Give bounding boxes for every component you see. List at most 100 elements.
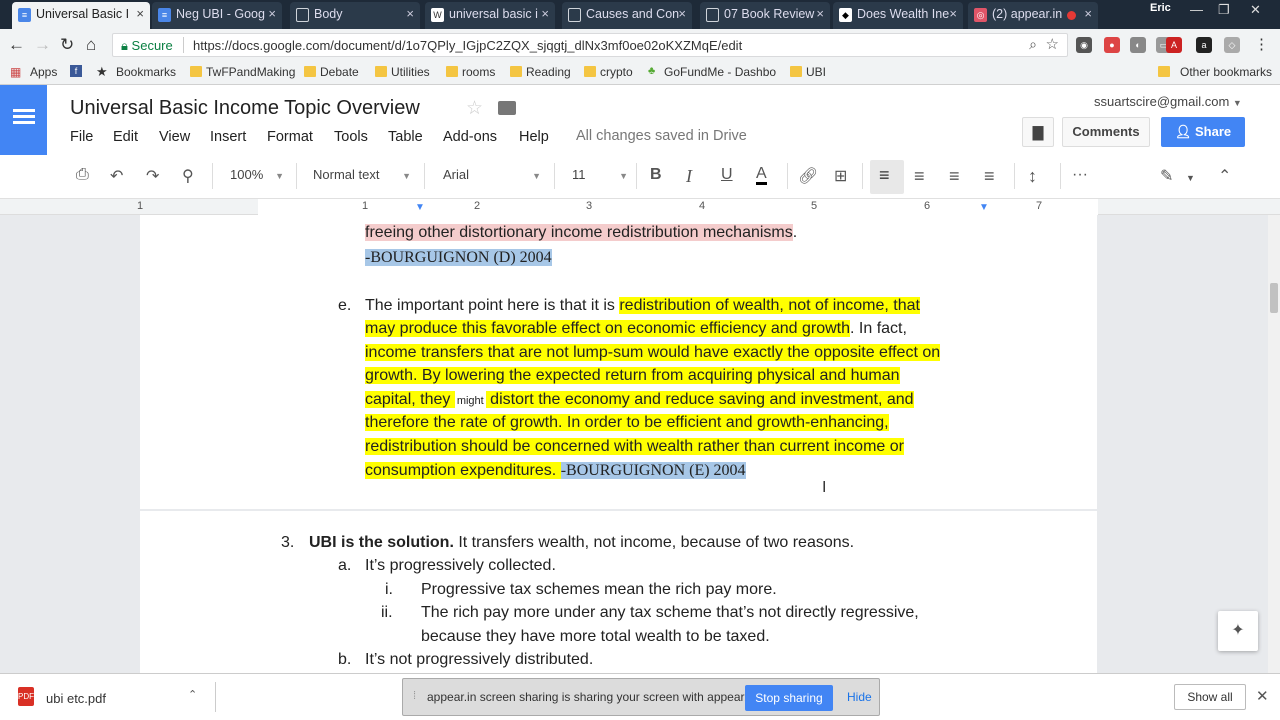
- secure-label[interactable]: 🔒︎ Secure: [121, 38, 173, 54]
- close-icon[interactable]: ×: [136, 6, 144, 21]
- indent-marker-icon[interactable]: ▼: [415, 202, 425, 213]
- close-window-icon[interactable]: ✕: [1250, 2, 1261, 18]
- close-icon[interactable]: ×: [1084, 6, 1092, 21]
- print-icon[interactable]: ⎙: [76, 166, 89, 184]
- bookmark-folder[interactable]: Reading: [510, 65, 571, 79]
- close-icon[interactable]: ×: [268, 6, 276, 21]
- other-bookmarks[interactable]: Other bookmarks: [1158, 65, 1272, 79]
- tab-book-review[interactable]: 07 Book Review ×: [700, 2, 830, 29]
- minimize-icon[interactable]: —: [1190, 2, 1203, 17]
- hide-button[interactable]: Hide: [847, 690, 872, 704]
- tab-universal-basic[interactable]: ≡ Universal Basic I ×: [12, 2, 150, 29]
- close-icon[interactable]: ×: [541, 6, 549, 21]
- omnibox[interactable]: 🔒︎ Secure https://docs.google.com/docume…: [112, 33, 1068, 57]
- bookmark-bookmarks[interactable]: ★ Bookmarks: [96, 64, 176, 79]
- justify-icon[interactable]: ≡: [984, 166, 995, 187]
- extension-icon[interactable]: ◇: [1224, 37, 1240, 53]
- italic-button[interactable]: I: [686, 166, 692, 187]
- paint-format-icon[interactable]: ⚲: [182, 166, 194, 186]
- restore-icon[interactable]: ❐: [1218, 2, 1230, 18]
- menu-table[interactable]: Table: [388, 129, 423, 145]
- folder-icon[interactable]: [498, 101, 516, 115]
- share-button[interactable]: 👤︎ Share: [1161, 117, 1245, 147]
- apps-bookmark[interactable]: ▦ Apps: [10, 65, 57, 79]
- collapse-toolbar-icon[interactable]: ⌃: [1218, 166, 1231, 186]
- star-icon[interactable]: ☆: [1046, 35, 1059, 53]
- stop-sharing-button[interactable]: Stop sharing: [745, 685, 833, 711]
- document-title[interactable]: Universal Basic Income Topic Overview: [70, 97, 420, 120]
- star-icon[interactable]: ☆: [466, 97, 483, 120]
- tab-wealth-inequality[interactable]: ◆ Does Wealth Ine ×: [833, 2, 963, 29]
- bookmark-folder[interactable]: rooms: [446, 65, 495, 79]
- zoom-icon[interactable]: ⌕: [1029, 36, 1037, 53]
- pdf-extension-icon[interactable]: A: [1166, 37, 1182, 53]
- show-all-button[interactable]: Show all: [1174, 684, 1246, 710]
- bookmark-folder[interactable]: Utilities: [375, 65, 430, 79]
- line-spacing-icon[interactable]: ↕: [1028, 166, 1037, 187]
- editing-mode-pencil-icon[interactable]: ✎: [1160, 166, 1173, 186]
- menu-format[interactable]: Format: [267, 129, 313, 145]
- url-text[interactable]: https://docs.google.com/document/d/1o7QP…: [193, 38, 742, 53]
- menu-edit[interactable]: Edit: [113, 129, 138, 145]
- download-filename[interactable]: ubi etc.pdf: [46, 691, 106, 706]
- chevron-up-icon[interactable]: ⌃: [188, 688, 197, 701]
- extension-icon[interactable]: ◉: [1076, 37, 1092, 53]
- bookmark-folder[interactable]: Debate: [304, 65, 359, 79]
- explore-button[interactable]: ✦: [1218, 611, 1258, 651]
- bookmark-gofundme[interactable]: ♣ GoFundMe - Dashbo: [648, 65, 776, 79]
- align-right-icon[interactable]: ≡: [949, 166, 960, 187]
- close-icon[interactable]: ×: [949, 6, 957, 21]
- menu-help[interactable]: Help: [519, 129, 549, 145]
- font-size-select[interactable]: 11 ▼: [572, 167, 628, 182]
- menu-insert[interactable]: Insert: [210, 129, 246, 145]
- tab-neg-ubi[interactable]: ≡ Neg UBI - Goog ×: [152, 2, 282, 29]
- tab-universal-basic-wiki[interactable]: W universal basic i ×: [425, 2, 555, 29]
- comment-history-button[interactable]: ▇: [1022, 117, 1054, 147]
- underline-button[interactable]: U: [721, 166, 733, 184]
- font-select[interactable]: Arial ▼: [443, 167, 541, 182]
- close-icon[interactable]: ×: [678, 6, 686, 21]
- scrollbar[interactable]: [1268, 215, 1280, 673]
- forward-icon[interactable]: →: [34, 35, 51, 55]
- account-email[interactable]: ssuartscire@gmail.com ▼: [1094, 94, 1242, 109]
- bookmark-folder[interactable]: TwFPandMaking: [190, 65, 295, 79]
- bookmark-folder[interactable]: crypto: [584, 65, 633, 79]
- style-select[interactable]: Normal text ▼: [313, 167, 411, 182]
- home-icon[interactable]: ⌂: [86, 35, 96, 55]
- menu-addons[interactable]: Add-ons: [443, 129, 497, 145]
- undo-icon[interactable]: ↶: [110, 166, 123, 186]
- align-center-icon[interactable]: ≡: [914, 166, 925, 187]
- back-icon[interactable]: ←: [8, 35, 25, 55]
- chevron-down-icon[interactable]: ▼: [1186, 173, 1195, 183]
- bold-button[interactable]: B: [650, 166, 662, 184]
- reload-icon[interactable]: ↻: [60, 35, 74, 55]
- close-icon[interactable]: ✕: [1256, 687, 1269, 705]
- drag-handle-icon[interactable]: ⁞: [413, 690, 416, 702]
- extension-icon[interactable]: ◐: [1130, 37, 1146, 53]
- link-icon[interactable]: 🔗︎: [798, 166, 818, 186]
- redo-icon[interactable]: ↷: [146, 166, 159, 186]
- right-indent-marker-icon[interactable]: ▼: [979, 202, 989, 213]
- align-left-button[interactable]: ≡: [870, 160, 904, 194]
- close-icon[interactable]: ×: [406, 6, 414, 21]
- amazon-icon[interactable]: a: [1196, 37, 1212, 53]
- document-canvas[interactable]: freeing other distortionary income redis…: [0, 215, 1268, 673]
- menu-view[interactable]: View: [159, 129, 190, 145]
- zoom-select[interactable]: 100% ▼: [230, 167, 284, 182]
- docs-home-icon[interactable]: [0, 85, 47, 155]
- text-color-button[interactable]: A: [756, 166, 767, 185]
- add-comment-icon[interactable]: ⊞: [834, 166, 847, 186]
- more-icon[interactable]: ···: [1072, 166, 1088, 184]
- comments-button[interactable]: Comments: [1062, 117, 1150, 147]
- extension-icon[interactable]: ●: [1104, 37, 1120, 53]
- profile-name[interactable]: Eric: [1150, 2, 1171, 14]
- scrollbar-thumb[interactable]: [1270, 283, 1278, 313]
- close-icon[interactable]: ×: [816, 6, 824, 21]
- tab-causes[interactable]: Causes and Con ×: [562, 2, 692, 29]
- menu-tools[interactable]: Tools: [334, 129, 368, 145]
- tab-body[interactable]: Body ×: [290, 2, 420, 29]
- tab-appear-in[interactable]: ◎ (2) appear.in ×: [968, 2, 1098, 29]
- bookmark-folder[interactable]: UBI: [790, 65, 826, 79]
- menu-file[interactable]: File: [70, 129, 93, 145]
- menu-icon[interactable]: ⋮: [1254, 35, 1269, 53]
